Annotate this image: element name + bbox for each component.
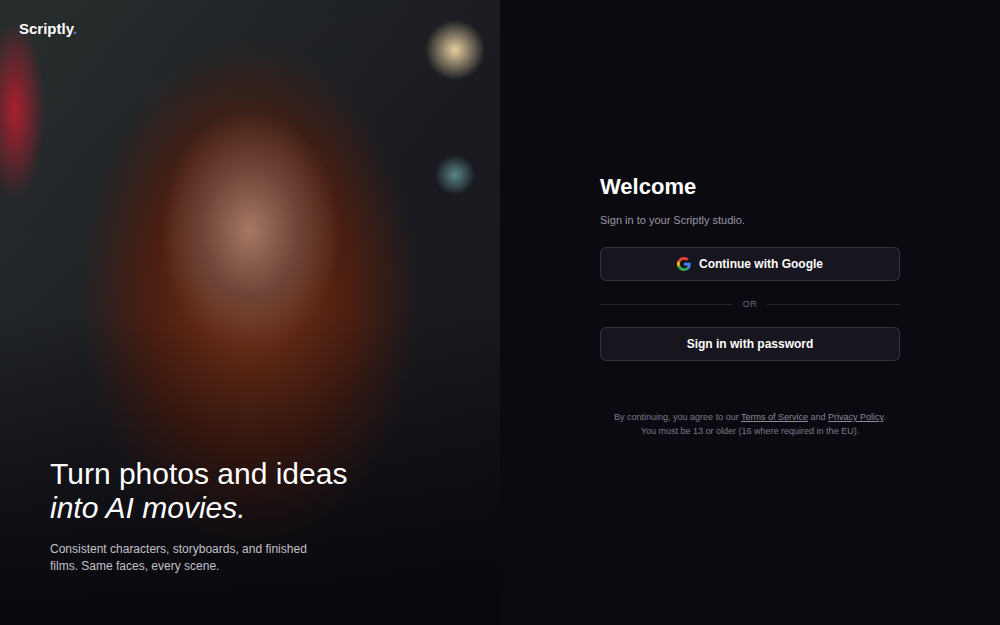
- google-icon: [677, 257, 691, 271]
- divider-line: [767, 304, 900, 305]
- or-divider: OR: [600, 299, 900, 309]
- signin-panel: Welcome Sign in to your Scriptly studio. C…: [500, 0, 1000, 625]
- legal-note: By continuing, you agree to our Terms of…: [600, 410, 900, 438]
- legal-age: You must be 13 or older (16 where requir…: [600, 424, 900, 438]
- privacy-link[interactable]: Privacy Policy: [828, 412, 883, 422]
- headline-line: Turn photos and ideas: [50, 457, 480, 491]
- divider-label: OR: [743, 299, 758, 309]
- logo-dot: .: [73, 20, 77, 37]
- logo-text: Scriptly: [19, 20, 73, 37]
- legal-consent: By continuing, you agree to our Terms of…: [600, 410, 900, 424]
- terms-link[interactable]: Terms of Service: [741, 412, 808, 422]
- headline-emphasis: into AI movies.: [50, 491, 480, 525]
- hero-tagline: Consistent characters, storyboards, and …: [50, 541, 320, 575]
- hero-headline: Turn photos and ideasinto AI movies.: [50, 457, 480, 525]
- password-button-label: Sign in with password: [687, 337, 814, 351]
- signin-subtitle: Sign in to your Scriptly studio.: [600, 212, 900, 228]
- logo[interactable]: Scriptly.: [19, 20, 480, 37]
- google-button-label: Continue with Google: [699, 257, 823, 271]
- hero-copy: Turn photos and ideasinto AI movies. Cons…: [19, 457, 480, 575]
- welcome-title: Welcome: [600, 172, 900, 202]
- divider-line: [600, 304, 733, 305]
- hero-panel: Scriptly. Turn photos and ideasinto AI mo…: [0, 0, 500, 625]
- google-button[interactable]: Continue with Google: [600, 247, 900, 281]
- signin-form: Welcome Sign in to your Scriptly studio. C…: [600, 172, 900, 625]
- password-button[interactable]: Sign in with password: [600, 327, 900, 361]
- login-page: Scriptly. Turn photos and ideasinto AI mo…: [0, 0, 1000, 625]
